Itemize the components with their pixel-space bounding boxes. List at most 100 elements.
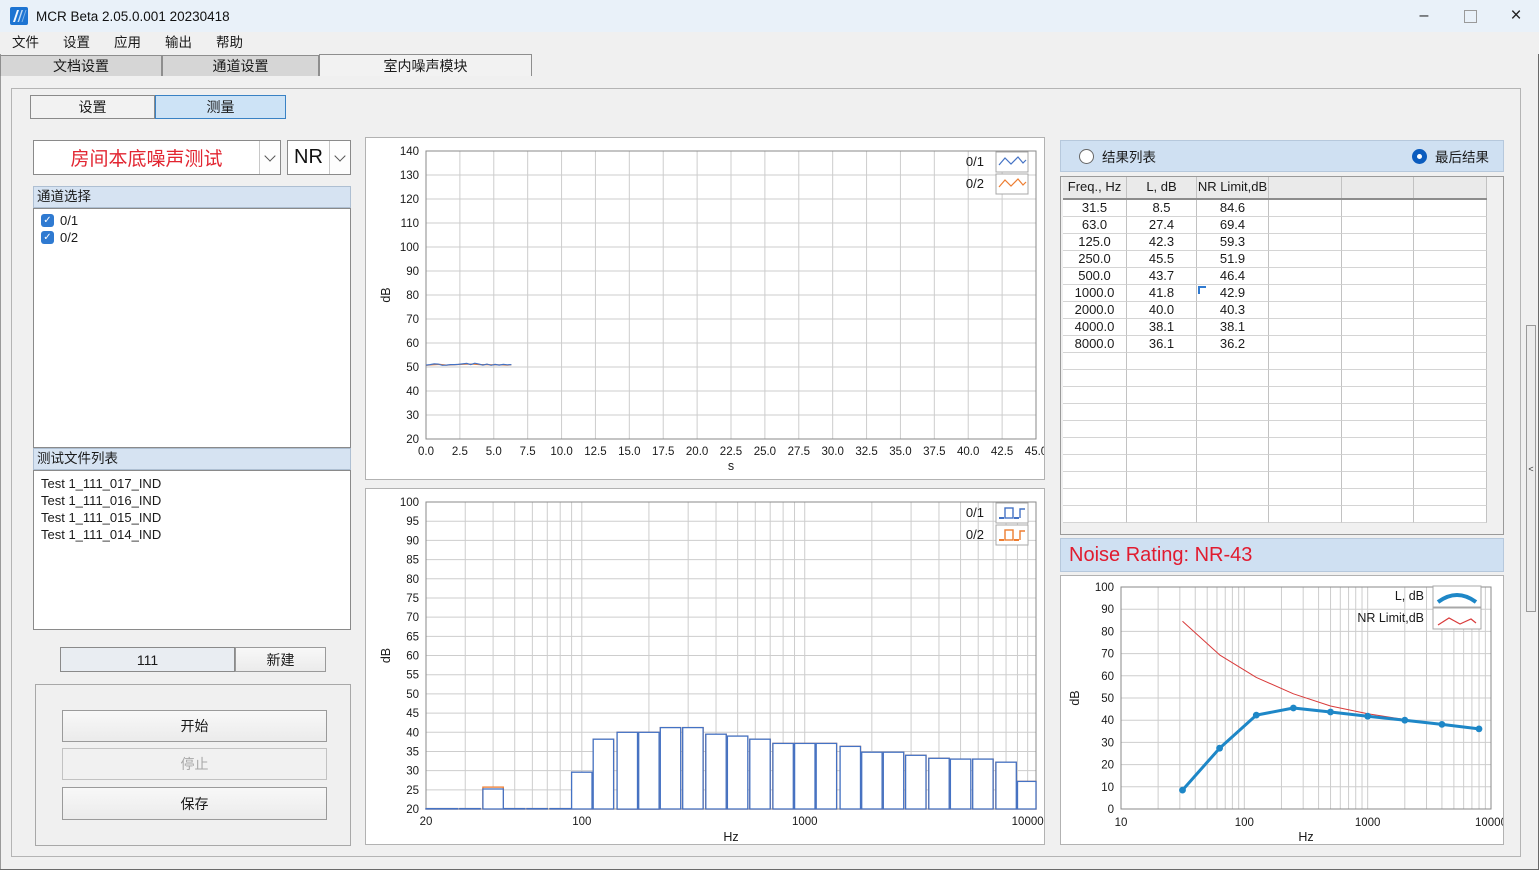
table-cell[interactable] — [1127, 387, 1197, 404]
table-cell[interactable] — [1127, 489, 1197, 506]
table-cell[interactable] — [1342, 353, 1414, 370]
table-cell[interactable] — [1127, 438, 1197, 455]
table-cell[interactable] — [1342, 251, 1414, 268]
table-cell[interactable] — [1414, 268, 1487, 285]
subtab-measure[interactable]: 测量 — [155, 95, 286, 119]
table-cell[interactable] — [1342, 336, 1414, 353]
table-cell[interactable] — [1127, 421, 1197, 438]
table-cell[interactable] — [1063, 506, 1127, 523]
table-cell[interactable] — [1127, 472, 1197, 489]
table-cell[interactable]: 42.3 — [1127, 234, 1197, 251]
table-cell[interactable]: 42.9 — [1197, 285, 1269, 302]
table-cell[interactable] — [1269, 506, 1342, 523]
table-row[interactable]: 31.58.584.6 — [1063, 200, 1487, 217]
table-cell[interactable] — [1342, 234, 1414, 251]
table-cell[interactable] — [1342, 455, 1414, 472]
table-row[interactable] — [1063, 387, 1487, 404]
table-cell[interactable] — [1414, 404, 1487, 421]
table-cell[interactable] — [1269, 336, 1342, 353]
table-row[interactable] — [1063, 506, 1487, 523]
table-cell[interactable] — [1414, 302, 1487, 319]
table-cell[interactable] — [1197, 506, 1269, 523]
table-cell[interactable] — [1414, 336, 1487, 353]
save-button[interactable]: 保存 — [62, 787, 327, 820]
table-cell[interactable]: 8.5 — [1127, 200, 1197, 217]
table-cell[interactable] — [1063, 370, 1127, 387]
table-cell[interactable] — [1269, 472, 1342, 489]
table-cell[interactable] — [1269, 404, 1342, 421]
table-cell[interactable]: 84.6 — [1197, 200, 1269, 217]
collapse-panel-button[interactable]: < — [1526, 325, 1536, 612]
menu-item[interactable]: 设置 — [51, 32, 102, 54]
table-cell[interactable] — [1269, 302, 1342, 319]
table-cell[interactable] — [1269, 234, 1342, 251]
table-cell[interactable] — [1342, 370, 1414, 387]
table-cell[interactable] — [1414, 353, 1487, 370]
table-cell[interactable]: 1000.0 — [1063, 285, 1127, 302]
tab-1[interactable]: 文档设置 — [0, 55, 162, 76]
table-cell[interactable]: 27.4 — [1127, 217, 1197, 234]
table-cell[interactable] — [1269, 387, 1342, 404]
table-row[interactable]: 63.027.469.4 — [1063, 217, 1487, 234]
table-cell[interactable] — [1414, 234, 1487, 251]
checkbox-checked-icon[interactable]: ✓ — [41, 214, 54, 227]
table-cell[interactable]: 45.5 — [1127, 251, 1197, 268]
table-cell[interactable] — [1063, 404, 1127, 421]
table-cell[interactable] — [1414, 217, 1487, 234]
table-cell[interactable] — [1063, 387, 1127, 404]
table-row[interactable] — [1063, 421, 1487, 438]
table-cell[interactable] — [1414, 370, 1487, 387]
table-row[interactable]: 125.042.359.3 — [1063, 234, 1487, 251]
table-cell[interactable]: 8000.0 — [1063, 336, 1127, 353]
table-cell[interactable] — [1063, 489, 1127, 506]
table-cell[interactable] — [1414, 489, 1487, 506]
table-row[interactable] — [1063, 438, 1487, 455]
test-name-combo-arrow[interactable] — [259, 141, 280, 174]
menu-item[interactable]: 文件 — [0, 32, 51, 54]
table-cell[interactable] — [1342, 421, 1414, 438]
table-cell[interactable] — [1127, 404, 1197, 421]
table-cell[interactable]: 41.8 — [1127, 285, 1197, 302]
table-cell[interactable] — [1269, 421, 1342, 438]
table-cell[interactable] — [1269, 455, 1342, 472]
tab-2[interactable]: 通道设置 — [162, 55, 319, 76]
table-cell[interactable]: 36.2 — [1197, 336, 1269, 353]
test-name-input[interactable]: 111 — [60, 647, 235, 672]
table-cell[interactable]: 4000.0 — [1063, 319, 1127, 336]
new-button[interactable]: 新建 — [235, 647, 326, 672]
table-cell[interactable] — [1342, 404, 1414, 421]
table-cell[interactable] — [1127, 455, 1197, 472]
table-cell[interactable]: 46.4 — [1197, 268, 1269, 285]
menu-item[interactable]: 帮助 — [204, 32, 255, 54]
table-cell[interactable]: 2000.0 — [1063, 302, 1127, 319]
table-row[interactable] — [1063, 472, 1487, 489]
table-cell[interactable]: 40.3 — [1197, 302, 1269, 319]
table-cell[interactable]: 125.0 — [1063, 234, 1127, 251]
table-cell[interactable] — [1342, 438, 1414, 455]
file-list-item[interactable]: Test 1_111_016_IND — [34, 492, 350, 509]
table-cell[interactable] — [1414, 455, 1487, 472]
table-cell[interactable]: 31.5 — [1063, 200, 1127, 217]
table-row[interactable]: 8000.036.136.2 — [1063, 336, 1487, 353]
table-row[interactable] — [1063, 404, 1487, 421]
table-cell[interactable] — [1063, 438, 1127, 455]
table-cell[interactable] — [1197, 421, 1269, 438]
radio-result-list[interactable] — [1079, 149, 1094, 164]
maximize-button[interactable] — [1447, 0, 1493, 32]
table-row[interactable] — [1063, 489, 1487, 506]
table-row[interactable]: 250.045.551.9 — [1063, 251, 1487, 268]
table-cell[interactable]: 69.4 — [1197, 217, 1269, 234]
table-cell[interactable] — [1342, 268, 1414, 285]
menu-item[interactable]: 应用 — [102, 32, 153, 54]
table-cell[interactable] — [1414, 506, 1487, 523]
table-cell[interactable]: 250.0 — [1063, 251, 1127, 268]
file-list-item[interactable]: Test 1_111_017_IND — [34, 475, 350, 492]
table-cell[interactable] — [1269, 353, 1342, 370]
table-cell[interactable] — [1063, 455, 1127, 472]
table-row[interactable] — [1063, 370, 1487, 387]
table-cell[interactable] — [1342, 387, 1414, 404]
table-cell[interactable] — [1342, 319, 1414, 336]
table-cell[interactable] — [1269, 489, 1342, 506]
table-cell[interactable] — [1197, 472, 1269, 489]
table-cell[interactable] — [1127, 370, 1197, 387]
